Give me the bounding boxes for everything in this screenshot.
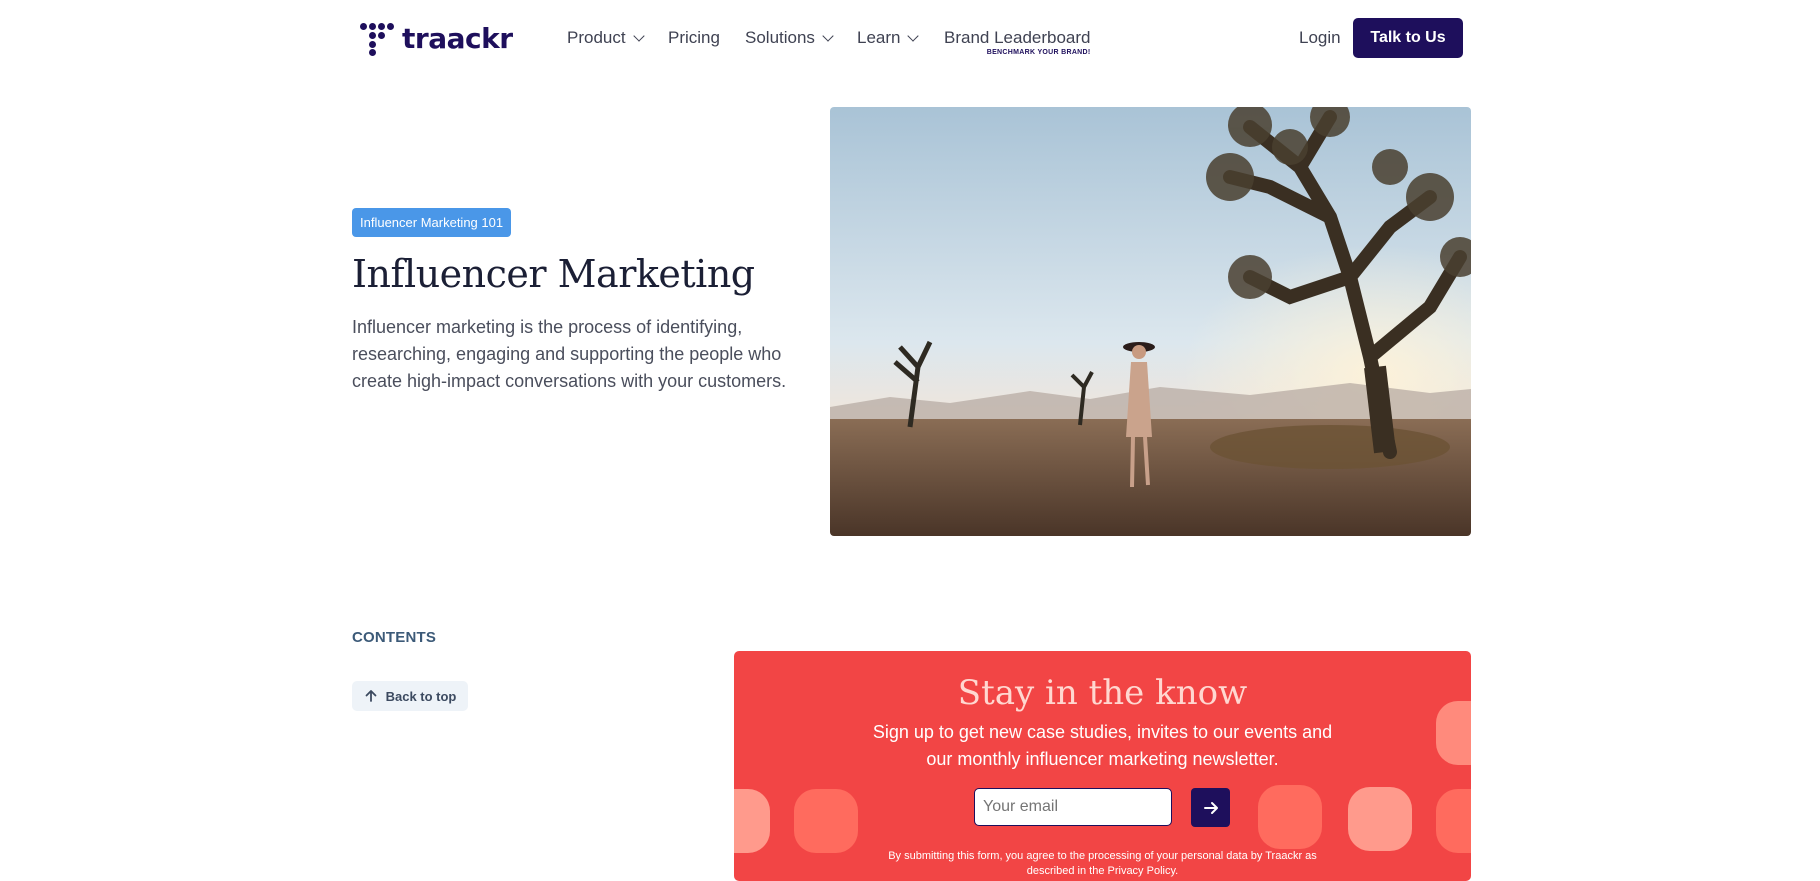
nav-solutions[interactable]: Solutions: [745, 28, 834, 48]
newsletter-subtitle: Sign up to get new case studies, invites…: [872, 722, 1333, 769]
chevron-down-icon: [907, 29, 920, 42]
talk-to-us-button[interactable]: Talk to Us: [1353, 18, 1463, 58]
nav-product-label: Product: [567, 28, 626, 47]
decorative-blob: [734, 789, 770, 853]
nav-product[interactable]: Product: [567, 28, 645, 48]
brand-leaderboard-sub: BENCHMARK YOUR BRAND!: [986, 49, 1091, 56]
newsletter-panel: Stay in the know Sign up to get new case…: [734, 651, 1471, 881]
decorative-blob: [1436, 789, 1471, 853]
back-to-top-label: Back to top: [385, 688, 457, 704]
back-to-top-button[interactable]: Back to top: [352, 681, 468, 711]
traackr-logo[interactable]: traackr: [360, 22, 513, 56]
decorative-blob: [1348, 787, 1412, 851]
decorative-blob: [794, 789, 858, 853]
nav-learn[interactable]: Learn: [857, 28, 920, 48]
hero-image: [830, 107, 1471, 536]
chevron-down-icon: [822, 29, 834, 42]
nav-pricing[interactable]: Pricing: [668, 28, 720, 48]
arrow-right-icon: [1203, 801, 1218, 814]
arrow-up-icon: [365, 690, 376, 702]
brand-leaderboard-label: Brand Leaderboard: [944, 28, 1091, 47]
page-title: Influencer Marketing: [352, 252, 755, 296]
nav-solutions-label: Solutions: [745, 28, 815, 47]
decorative-blob: [1258, 785, 1322, 849]
logo-text: traackr: [402, 22, 513, 55]
nav-brand-leaderboard[interactable]: Brand Leaderboard BENCHMARK YOUR BRAND!: [944, 28, 1091, 56]
nav-learn-label: Learn: [857, 28, 901, 47]
chevron-down-icon: [632, 29, 645, 42]
login-link[interactable]: Login: [1299, 28, 1341, 48]
newsletter-submit-button[interactable]: [1191, 788, 1230, 827]
contents-heading: CONTENTS: [352, 629, 437, 646]
email-input[interactable]: [974, 788, 1172, 826]
newsletter-legal: By submitting this form, you agree to th…: [888, 850, 1317, 877]
nav-pricing-label: Pricing: [668, 28, 720, 47]
logo-dots-icon: [360, 22, 396, 56]
newsletter-title: Stay in the know: [957, 673, 1248, 713]
category-badge[interactable]: Influencer Marketing 101: [352, 208, 512, 237]
hero-description: Influencer marketing is the process of i…: [352, 317, 787, 391]
